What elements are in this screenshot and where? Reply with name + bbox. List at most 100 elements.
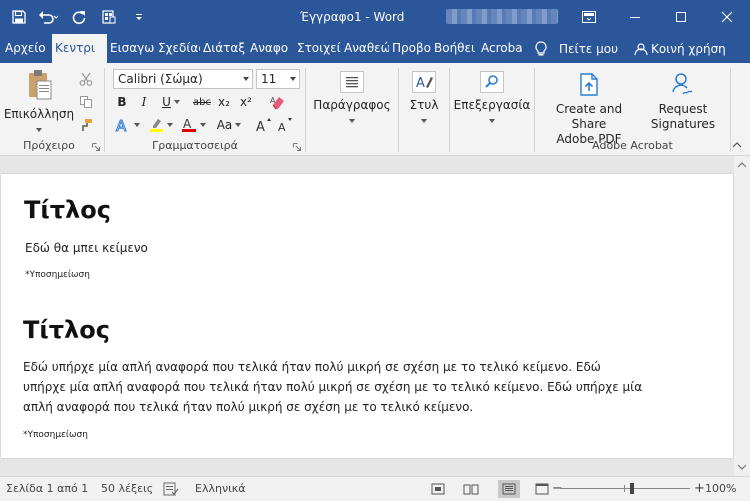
web-layout-button[interactable] <box>531 480 553 498</box>
subscript-button[interactable]: x₂ <box>215 92 233 112</box>
tab-home[interactable]: Κεντρι <box>52 34 107 63</box>
paragraph-2-line-1[interactable]: Εδώ υπήρχε μία απλή αναφορά που τελικά ή… <box>23 357 601 377</box>
shrink-font-button[interactable]: A <box>277 115 295 135</box>
paste-button[interactable]: Επικόλληση <box>4 69 74 132</box>
zoom-slider-track[interactable] <box>560 488 690 489</box>
copy-button[interactable] <box>76 92 96 112</box>
italic-button[interactable]: I <box>136 92 152 112</box>
subscript-label: x₂ <box>218 95 230 109</box>
tab-layout[interactable]: Διάταξ <box>200 34 247 63</box>
share-button[interactable]: Κοινή χρήση <box>629 34 731 63</box>
font-color-button[interactable]: A <box>178 115 208 135</box>
paragraph-2-line-3[interactable]: απλή αναφορά που τελικά ήταν πολύ μικρή … <box>23 397 473 417</box>
font-size-dropdown[interactable]: 11 <box>256 69 300 89</box>
collapse-ribbon-icon[interactable] <box>732 141 742 149</box>
lightbulb-icon <box>535 40 547 55</box>
tab-review[interactable]: Αναθεώ <box>341 34 389 63</box>
change-case-button[interactable]: Aa <box>212 115 246 135</box>
account-name-redacted <box>446 9 558 24</box>
read-mode-button[interactable] <box>460 480 482 498</box>
text-effects-button[interactable]: A <box>112 115 142 135</box>
tab-file[interactable]: Αρχείο <box>0 34 52 63</box>
ribbon-display-icon <box>582 11 596 23</box>
tell-me-box[interactable]: Πείτε μου <box>529 34 623 63</box>
tab-mailings[interactable]: Στοιχεί <box>294 34 341 63</box>
customize-qat-button[interactable] <box>124 0 154 34</box>
zoom-level[interactable]: 100% <box>705 477 736 501</box>
search-icon <box>480 71 504 93</box>
font-group: Calibri (Σώμα) 11 B I U abc x₂ x² A A A … <box>105 63 305 155</box>
grow-font-button[interactable]: A <box>255 115 273 135</box>
save-icon <box>12 10 26 24</box>
save-button[interactable] <box>4 0 34 34</box>
ribbon-display-options-button[interactable] <box>566 0 612 34</box>
touch-mode-button[interactable] <box>94 0 124 34</box>
language-indicator[interactable]: Ελληνικά <box>195 477 246 501</box>
tab-view[interactable]: Προβο <box>389 34 431 63</box>
svg-text:A: A <box>183 117 192 131</box>
scissors-icon <box>79 72 93 86</box>
window-controls <box>566 0 750 34</box>
request-signatures-button[interactable]: Request Signatures <box>643 71 723 132</box>
undo-icon <box>39 11 59 24</box>
zoom-in-button[interactable]: + <box>694 477 705 501</box>
strikethrough-button[interactable]: abc <box>191 92 213 112</box>
paragraph-label: Παράγραφος <box>313 98 391 112</box>
tab-help[interactable]: Βοήθει <box>431 34 478 63</box>
proofing-icon[interactable] <box>163 482 179 496</box>
heading-1[interactable]: Τίτλος <box>24 196 111 224</box>
quick-access-toolbar <box>0 0 154 34</box>
highlight-color-button[interactable] <box>146 115 174 135</box>
format-painter-button[interactable] <box>76 115 96 135</box>
styles-icon: A <box>412 71 436 93</box>
share-label: Κοινή χρήση <box>651 41 726 56</box>
paste-dropdown-arrow[interactable] <box>36 128 42 132</box>
create-share-pdf-button[interactable]: Create and Share Adobe PDF <box>539 71 639 147</box>
tab-references[interactable]: Αναφο <box>247 34 294 63</box>
format-painter-icon <box>82 119 92 131</box>
editing-label: Επεξεργασία <box>453 98 531 112</box>
maximize-button[interactable] <box>658 0 704 34</box>
minimize-button[interactable] <box>612 0 658 34</box>
paragraph-button[interactable]: Παράγραφος <box>310 71 394 123</box>
redo-button[interactable] <box>64 0 94 34</box>
zoom-slider-thumb[interactable] <box>630 483 634 494</box>
bold-button[interactable]: B <box>114 92 130 112</box>
vertical-scrollbar[interactable] <box>734 156 750 476</box>
superscript-button[interactable]: x² <box>237 92 255 112</box>
footnote-2[interactable]: *Υποσημείωση <box>23 430 88 440</box>
undo-button[interactable] <box>34 0 64 34</box>
acrobat-group: Create and Share Adobe PDF Request Signa… <box>535 63 730 155</box>
font-dialog-launcher-icon[interactable] <box>293 143 301 151</box>
editing-button[interactable]: Επεξεργασία <box>454 71 530 123</box>
styles-button[interactable]: A Στυλ <box>403 71 445 123</box>
tab-insert[interactable]: Εισαγω <box>107 34 155 63</box>
footnote-1[interactable]: *Υποσημείωση <box>25 270 90 280</box>
zoom-out-button[interactable]: − <box>552 477 563 501</box>
heading-2[interactable]: Τίτλος <box>23 316 110 344</box>
font-name-dropdown[interactable]: Calibri (Σώμα) <box>113 69 253 89</box>
word-count[interactable]: 50 λέξεις <box>101 477 153 501</box>
focus-mode-button[interactable] <box>427 480 449 498</box>
status-bar: Σελίδα 1 από 1 50 λέξεις Ελληνικά − + 10… <box>0 476 750 501</box>
tab-acrobat[interactable]: Acroba <box>478 34 523 63</box>
paragraph-2-line-2[interactable]: υπήρχε μία απλή αναφορά που τελικά ήταν … <box>23 377 642 397</box>
page-count[interactable]: Σελίδα 1 από 1 <box>6 477 88 501</box>
shrink-font-icon: A <box>278 118 292 133</box>
title-bar: Έγγραφο1 - Word <box>0 0 750 34</box>
scroll-up-arrow-icon[interactable] <box>734 158 750 172</box>
print-layout-button[interactable] <box>498 480 520 498</box>
close-button[interactable] <box>704 0 750 34</box>
copy-icon <box>80 96 92 108</box>
paragraph-1[interactable]: Εδώ θα μπει κείμενο <box>25 238 148 258</box>
svg-text:A: A <box>270 96 276 105</box>
ribbon-tabs: Αρχείο Κεντρι Εισαγω Σχεδίας Διάταξ Αναφ… <box>0 34 750 63</box>
underline-button[interactable]: U <box>158 92 184 112</box>
document-page[interactable]: Τίτλος Εδώ θα μπει κείμενο *Υποσημείωση … <box>1 174 733 458</box>
tab-design[interactable]: Σχεδίας <box>155 34 200 63</box>
pdf-export-icon <box>580 73 598 96</box>
clipboard-group-label: Πρόχειρο <box>23 139 75 152</box>
scroll-down-arrow-icon[interactable] <box>734 460 750 474</box>
cut-button[interactable] <box>76 69 96 89</box>
clear-formatting-button[interactable]: A <box>268 92 288 112</box>
